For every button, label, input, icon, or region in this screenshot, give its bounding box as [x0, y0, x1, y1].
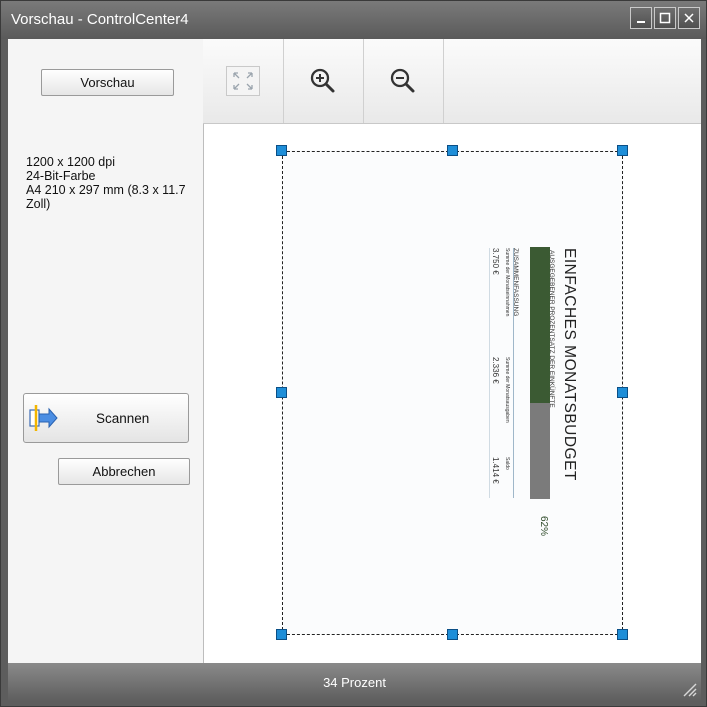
minimize-icon[interactable]	[630, 7, 652, 29]
window-controls	[630, 7, 700, 29]
zoom-in-button[interactable]	[283, 39, 364, 123]
scan-icon	[29, 405, 58, 431]
window-client: Vorschau 1200 x 1200 dpi 24-Bit-Farbe A4…	[8, 39, 701, 663]
crop-handle-bottom-center[interactable]	[447, 629, 458, 640]
title-bar[interactable]: Vorschau - ControlCenter4	[1, 1, 706, 39]
crop-handle-bottom-right[interactable]	[617, 629, 628, 640]
crop-handle-bottom-left[interactable]	[276, 629, 287, 640]
crop-handle-top-left[interactable]	[276, 145, 287, 156]
resize-grip-icon[interactable]	[681, 681, 697, 697]
preview-toolbar	[203, 39, 701, 124]
resolution-text: 1200 x 1200 dpi	[26, 155, 115, 169]
color-mode-text: 24-Bit-Farbe	[26, 169, 96, 183]
close-icon[interactable]	[678, 7, 700, 29]
preview-button[interactable]: Vorschau	[41, 69, 174, 96]
zoom-out-button[interactable]	[363, 39, 444, 123]
zoom-level: 34 Prozent	[323, 675, 386, 690]
scan-settings-info: 1200 x 1200 dpi 24-Bit-Farbe A4 210 x 29…	[26, 155, 186, 211]
zoom-in-icon	[310, 68, 335, 93]
fit-to-window-button[interactable]	[203, 39, 284, 123]
fit-to-window-icon	[226, 66, 260, 96]
crop-handle-top-right[interactable]	[617, 145, 628, 156]
settings-panel: Vorschau 1200 x 1200 dpi 24-Bit-Farbe A4…	[8, 39, 204, 663]
crop-handle-top-center[interactable]	[447, 145, 458, 156]
paper-size-text: A4 210 x 297 mm (8.3 x 11.7 Zoll)	[26, 183, 186, 211]
preview-area[interactable]: EINFACHES MONATSBUDGET AUSGEGEBENER PROZ…	[204, 124, 701, 663]
crop-handle-middle-left[interactable]	[276, 387, 287, 398]
window-title: Vorschau - ControlCenter4	[11, 11, 189, 28]
cancel-button[interactable]: Abbrechen	[58, 458, 190, 485]
maximize-icon[interactable]	[654, 7, 676, 29]
scan-button[interactable]: Scannen	[23, 393, 189, 443]
scan-area-selection[interactable]	[282, 151, 623, 635]
crop-handle-middle-right[interactable]	[617, 387, 628, 398]
app-window: Vorschau - ControlCenter4 Vorschau 1200 …	[0, 0, 707, 707]
status-bar: 34 Prozent	[8, 663, 701, 701]
scan-button-label: Scannen	[96, 411, 150, 426]
zoom-out-icon	[390, 68, 415, 93]
